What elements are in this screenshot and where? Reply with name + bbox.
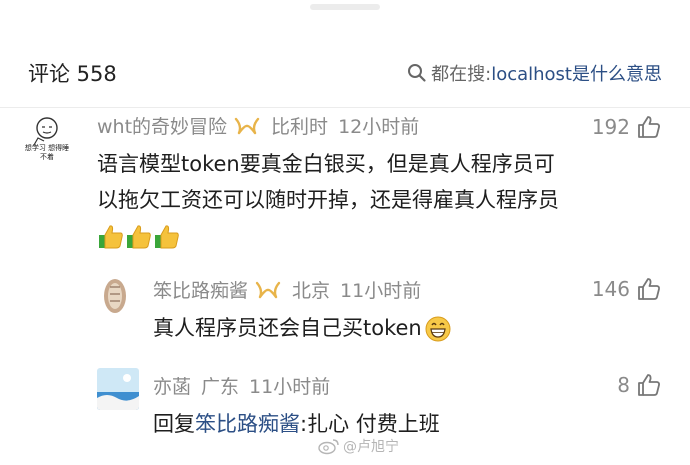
avatar-image [100, 272, 130, 316]
reply-item: 笨比路痴酱 北京 11小时前 146 真人程序员还会自己买token [0, 272, 690, 352]
location: 比利时 [271, 116, 329, 138]
timestamp: 11小时前 [340, 280, 422, 302]
reply-to-username[interactable]: 笨比路痴酱 [195, 412, 300, 436]
comment-meta: 笨比路痴酱 北京 11小时前 [153, 276, 421, 303]
comment-item: 想学习 想得睡不着 wht的奇妙冒险 比利时 12小时前 192 语言模型tok… [0, 110, 690, 260]
thumbs-up-icon [638, 278, 660, 300]
reply-prefix: 回复 [153, 412, 195, 436]
comment-meta: wht的奇妙冒险 比利时 12小时前 [97, 112, 419, 139]
avatar-caption: 想学习 想得睡不着 [24, 144, 70, 161]
thumbs-up-icon [638, 374, 660, 396]
hot-search-suggestion[interactable]: 都在搜: localhost是什么意思 [407, 60, 662, 86]
header-divider [0, 107, 690, 108]
comment-text-content: 真人程序员还会自己买token [153, 316, 422, 340]
like-button[interactable]: 192 [592, 114, 662, 140]
avatar[interactable]: 想学习 想得睡不着 [22, 114, 72, 164]
thumbs-up-emoji-icon [99, 225, 123, 249]
avatar[interactable] [97, 368, 139, 410]
grinning-emoji-icon [425, 316, 451, 342]
drag-handle[interactable] [310, 4, 380, 10]
username[interactable]: 笨比路痴酱 [153, 276, 248, 303]
vip-badge-icon [234, 117, 260, 134]
weibo-watermark: @卢旭宁 [318, 436, 399, 456]
like-count: 192 [591, 115, 630, 139]
search-icon [408, 64, 426, 82]
thumbs-up-icon [638, 116, 660, 138]
search-suggestion-link[interactable]: localhost是什么意思 [491, 60, 662, 86]
search-prefix: 都在搜: [431, 64, 492, 85]
watermark-text: @卢旭宁 [343, 439, 399, 455]
like-button[interactable]: 8 [617, 372, 662, 398]
like-button[interactable]: 146 [592, 276, 662, 302]
emoji-row [97, 218, 559, 254]
username[interactable]: wht的奇妙冒险 [97, 112, 227, 139]
location: 北京 [292, 280, 331, 302]
comment-meta: 亦菡 广东 11小时前 [153, 372, 330, 399]
comment-text-line: 语言模型token要真金白银买，但是真人程序员可 [97, 152, 555, 176]
timestamp: 12小时前 [338, 116, 420, 138]
weibo-logo-icon [318, 439, 339, 455]
like-count: 8 [617, 373, 630, 397]
like-count: 146 [591, 277, 630, 301]
comments-header: 评论 558 都在搜: localhost是什么意思 [0, 40, 690, 102]
comment-text-content: :扎心 付费上班 [300, 412, 440, 436]
comment-text: 语言模型token要真金白银买，但是真人程序员可 以拖欠工资还可以随时开掉，还是… [97, 146, 559, 254]
comment-text: 真人程序员还会自己买token [153, 310, 452, 346]
vip-badge-icon [255, 281, 281, 298]
comments-count-title: 评论 558 [28, 62, 117, 86]
thumbs-up-emoji-icon [155, 225, 179, 249]
location: 广东 [201, 376, 240, 398]
timestamp: 11小时前 [249, 376, 331, 398]
username[interactable]: 亦菡 [153, 372, 191, 399]
avatar[interactable] [100, 272, 130, 316]
thumbs-up-emoji-icon [127, 225, 151, 249]
reply-item: 亦菡 广东 11小时前 8 回复笨比路痴酱:扎心 付费上班 [0, 366, 690, 446]
avatar-image [97, 368, 139, 410]
comment-text-line: 以拖欠工资还可以随时开掉，还是得雇真人程序员 [97, 188, 559, 212]
